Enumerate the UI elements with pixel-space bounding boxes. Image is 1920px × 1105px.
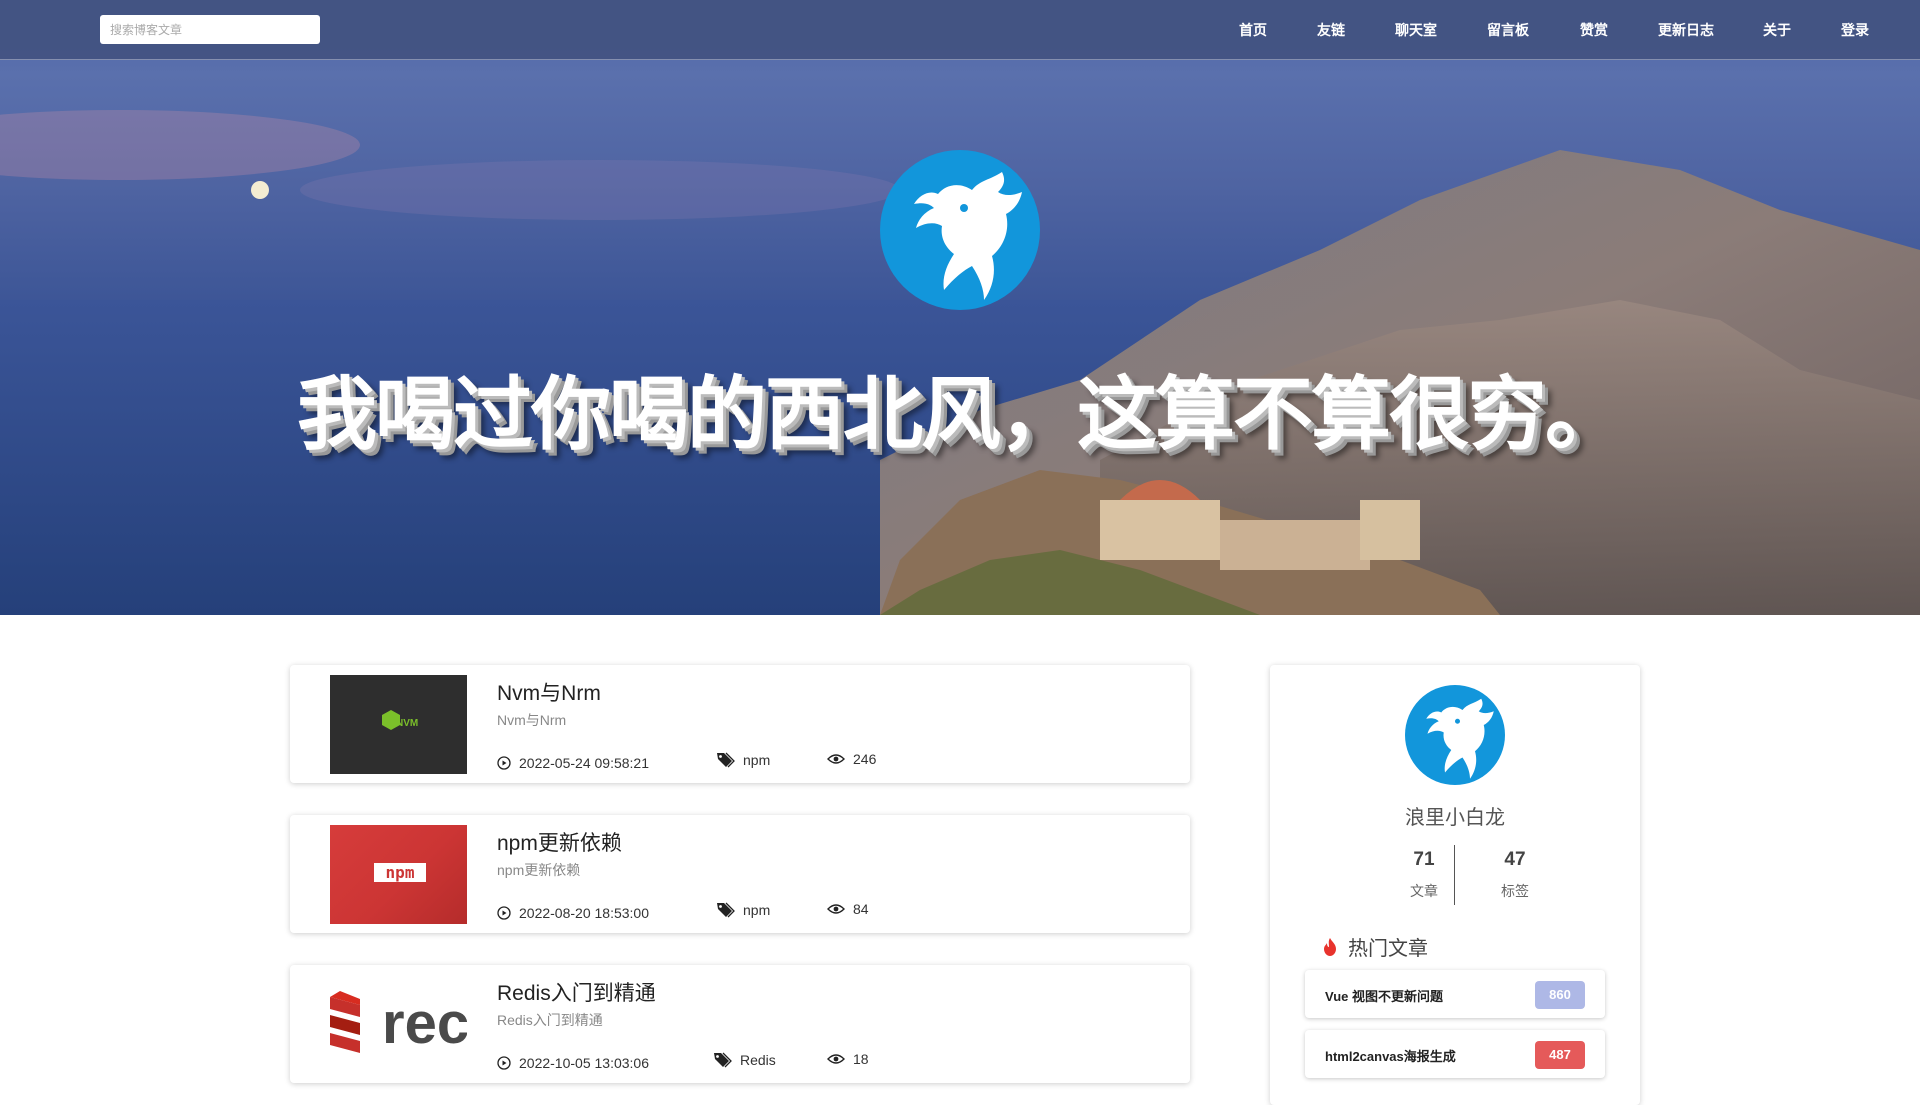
hot-article-item[interactable]: html2canvas海报生成 487 (1305, 1030, 1605, 1078)
article-date-text: 2022-10-05 13:03:06 (519, 1055, 649, 1071)
article-views-count: 246 (853, 751, 877, 767)
nav-about[interactable]: 关于 (1763, 20, 1791, 40)
hot-article-title[interactable]: html2canvas海报生成 (1325, 1046, 1456, 1065)
tag-icon (714, 1052, 732, 1068)
play-circle-icon (497, 906, 511, 920)
tags-count: 47 (1504, 849, 1526, 870)
article-summary: npm更新依赖 (497, 862, 581, 878)
flame-icon (1324, 937, 1336, 956)
play-circle-icon (497, 1056, 511, 1070)
posts-label: 文章 (1410, 883, 1438, 899)
article-tag-text[interactable]: npm (743, 752, 770, 768)
nav-login[interactable]: 登录 (1841, 20, 1869, 40)
tags-label: 标签 (1501, 883, 1529, 899)
nvm-logo-icon: NVM (382, 710, 418, 730)
eye-icon (827, 1054, 845, 1064)
hot-articles-title: 热门文章 (1348, 938, 1428, 960)
article-views: 84 (827, 901, 869, 917)
redis-logo-text: rec (382, 991, 467, 1056)
article-date: 2022-08-20 18:53:00 (497, 905, 649, 921)
article-views: 18 (827, 1051, 869, 1067)
article-date-text: 2022-08-20 18:53:00 (519, 905, 649, 921)
play-circle-icon (497, 756, 511, 770)
article-card[interactable]: rec Redis入门到精通 Redis入门到精通 2022-10-05 13:… (290, 965, 1190, 1083)
article-views-count: 18 (853, 1051, 869, 1067)
article-card[interactable]: NVM Nvm与Nrm Nvm与Nrm 2022-05-24 09:58:21 … (290, 665, 1190, 783)
nav-home[interactable]: 首页 (1239, 20, 1267, 40)
dragon-logo-icon (880, 150, 1040, 310)
article-thumbnail[interactable]: rec (330, 975, 467, 1074)
nav-changelog[interactable]: 更新日志 (1658, 20, 1714, 40)
profile-name: 浪里小白龙 (1405, 807, 1505, 829)
article-summary: Nvm与Nrm (497, 712, 567, 728)
article-title[interactable]: Redis入门到精通 (497, 977, 656, 1007)
article-tag-text[interactable]: npm (743, 902, 770, 918)
tag-icon (717, 752, 735, 768)
profile-sidebar: 浪里小白龙 71 文章 47 标签 热门文章 Vue 视图不更新问题 860 h… (1270, 665, 1640, 1105)
article-tag[interactable]: npm (715, 751, 770, 769)
search-input[interactable] (100, 15, 320, 44)
hero-title: 我喝过你喝的西北风，这算不算很穷。 (297, 368, 1625, 461)
article-card[interactable]: npm npm更新依赖 npm更新依赖 2022-08-20 18:53:00 … (290, 815, 1190, 933)
top-navbar: 首页 友链 聊天室 留言板 赞赏 更新日志 关于 登录 (0, 0, 1920, 60)
hot-article-count: 487 (1535, 1041, 1585, 1069)
article-tag-text[interactable]: Redis (740, 1052, 776, 1068)
article-tag[interactable]: npm (715, 901, 770, 919)
nav-donate[interactable]: 赞赏 (1580, 20, 1608, 40)
hot-article-item[interactable]: Vue 视图不更新问题 860 (1305, 970, 1605, 1018)
article-date-text: 2022-05-24 09:58:21 (519, 755, 649, 771)
eye-icon (827, 904, 845, 914)
article-title[interactable]: npm更新依赖 (497, 827, 622, 857)
nav-chatroom[interactable]: 聊天室 (1395, 20, 1437, 40)
stats-divider (1454, 845, 1455, 905)
article-views: 246 (827, 751, 876, 767)
article-summary: Redis入门到精通 (497, 1012, 603, 1028)
hot-article-title[interactable]: Vue 视图不更新问题 (1325, 986, 1443, 1005)
posts-count: 71 (1413, 849, 1435, 870)
nvm-logo-text: NVM (396, 718, 418, 729)
nav-guestbook[interactable]: 留言板 (1487, 20, 1529, 40)
npm-logo-text: npm (386, 863, 415, 882)
article-thumbnail[interactable]: npm (330, 825, 467, 924)
article-thumbnail[interactable]: NVM (330, 675, 467, 774)
eye-icon (827, 754, 845, 764)
avatar[interactable] (1405, 685, 1505, 785)
nav-friends[interactable]: 友链 (1317, 20, 1345, 40)
hot-article-count: 860 (1535, 981, 1585, 1009)
tag-icon (717, 902, 735, 918)
article-date: 2022-05-24 09:58:21 (497, 755, 649, 771)
article-date: 2022-10-05 13:03:06 (497, 1055, 649, 1071)
hot-articles-heading: 热门文章 (1322, 932, 1428, 961)
hero-banner: 我喝过你喝的西北风，这算不算很穷。 (0, 0, 1920, 615)
article-tag[interactable]: Redis (712, 1051, 776, 1069)
article-title[interactable]: Nvm与Nrm (497, 677, 601, 707)
article-views-count: 84 (853, 901, 869, 917)
npm-logo-icon: npm (374, 863, 426, 882)
redis-logo-icon: rec (330, 991, 467, 1056)
